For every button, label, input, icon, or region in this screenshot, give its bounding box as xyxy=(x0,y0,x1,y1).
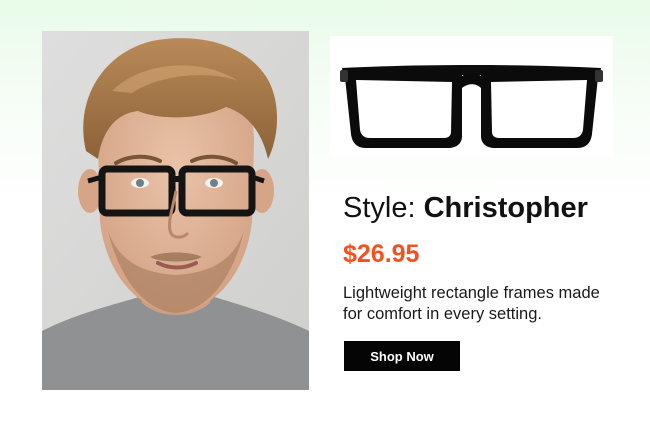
model-photo xyxy=(42,31,309,390)
style-name: Christopher xyxy=(423,192,588,224)
style-label: Style: xyxy=(343,192,416,224)
eyeglasses-product-image xyxy=(330,36,613,156)
product-card: Style: Christopher $26.95 Lightweight re… xyxy=(0,0,650,441)
price: $26.95 xyxy=(343,240,420,268)
style-title: Style: Christopher xyxy=(343,190,588,226)
product-description: Lightweight rectangle frames made for co… xyxy=(343,284,600,323)
shop-now-button[interactable]: Shop Now xyxy=(344,341,460,371)
